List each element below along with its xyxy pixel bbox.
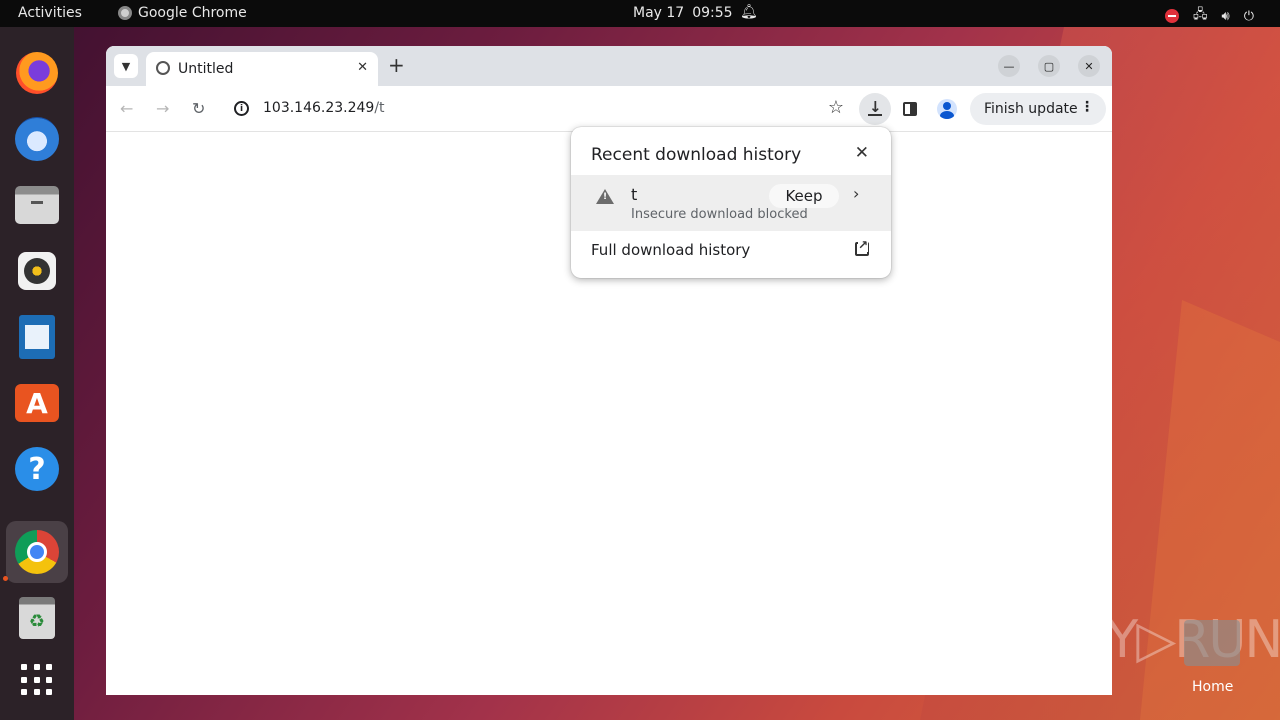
- app-grid-icon: [21, 664, 53, 696]
- dock-firefox[interactable]: [12, 48, 62, 98]
- close-bubble-icon[interactable]: ✕: [855, 143, 869, 163]
- home-label[interactable]: Home: [1192, 679, 1233, 695]
- home-folder-icon[interactable]: [1184, 620, 1240, 666]
- network-icon[interactable]: 🖧: [1193, 5, 1208, 27]
- url-host: 103.146.23.249: [263, 100, 375, 116]
- tab-untitled[interactable]: Untitled ✕: [146, 52, 378, 86]
- full-download-history-link[interactable]: Full download history: [591, 241, 750, 259]
- dock-help[interactable]: ?: [12, 444, 62, 494]
- warning-mark: !: [603, 192, 608, 202]
- trash-icon: ♻: [19, 597, 55, 639]
- files-icon: [15, 186, 59, 224]
- downloads-button[interactable]: [859, 93, 891, 125]
- download-bubble: Recent download history ✕ ! t Insecure d…: [571, 127, 891, 278]
- bookmark-star-icon[interactable]: ☆: [828, 97, 844, 118]
- running-indicator: [3, 576, 8, 581]
- url-text[interactable]: 103.146.23.249/t: [263, 100, 385, 116]
- app-name: Google Chrome: [138, 5, 247, 21]
- top-bar: Activities Google Chrome May 17 09:55 🔔︎…: [0, 0, 1280, 27]
- bubble-title: Recent download history: [591, 145, 802, 165]
- thunderbird-icon: [15, 117, 59, 161]
- minimize-button[interactable]: —: [998, 55, 1020, 77]
- profile-icon: [937, 99, 957, 119]
- new-tab-button[interactable]: +: [388, 55, 405, 75]
- finish-update-button[interactable]: Finish update ⋮: [970, 93, 1106, 125]
- rhythmbox-icon: [18, 252, 56, 290]
- tab-search-button[interactable]: ▼: [114, 54, 138, 78]
- dock: A ? ♻: [0, 27, 74, 720]
- maximize-button[interactable]: ▢: [1038, 55, 1060, 77]
- do-not-disturb-icon[interactable]: [1165, 9, 1179, 23]
- globe-icon: [156, 61, 170, 75]
- download-icon: [868, 98, 882, 116]
- dock-software[interactable]: A: [12, 378, 62, 428]
- dock-writer[interactable]: [12, 312, 62, 362]
- bell-icon[interactable]: 🔔︎: [740, 4, 758, 20]
- more-menu-icon[interactable]: ⋮: [1080, 99, 1094, 115]
- side-panel-icon: [903, 102, 917, 116]
- dock-files[interactable]: [12, 180, 62, 230]
- profile-button[interactable]: [931, 93, 963, 125]
- dock-chrome[interactable]: [6, 521, 68, 583]
- url-path: /t: [374, 100, 385, 116]
- chevron-down-icon: ▼: [121, 59, 131, 73]
- side-panel-button[interactable]: [894, 93, 926, 125]
- time: 09:55: [692, 5, 733, 21]
- toolbar: ← → ↻ i 103.146.23.249/t ☆ Finish update…: [106, 86, 1112, 132]
- activities-button[interactable]: Activities: [18, 5, 82, 21]
- app-menu[interactable]: Google Chrome: [118, 5, 247, 21]
- open-external-icon[interactable]: [855, 238, 869, 256]
- volume-icon[interactable]: 🔊︎: [1222, 9, 1230, 24]
- dock-rhythmbox[interactable]: [12, 246, 62, 296]
- app-store-icon: A: [15, 384, 59, 422]
- keep-button[interactable]: Keep: [769, 184, 839, 208]
- watermark: ANY▷RUN: [1036, 610, 1280, 670]
- back-button[interactable]: ←: [120, 99, 133, 118]
- close-window-button[interactable]: ✕: [1078, 55, 1100, 77]
- clock[interactable]: May 17 09:55: [633, 5, 733, 21]
- download-filename: t: [631, 185, 638, 204]
- date: May 17: [633, 5, 685, 21]
- forward-button[interactable]: →: [156, 99, 169, 118]
- chrome-icon: [15, 530, 59, 574]
- dock-trash[interactable]: ♻: [12, 593, 62, 643]
- chevron-right-icon[interactable]: ›: [853, 184, 859, 203]
- finish-update-label: Finish update: [984, 101, 1078, 117]
- dock-app-grid[interactable]: [12, 655, 62, 705]
- writer-icon: [19, 315, 55, 359]
- system-tray[interactable]: 🖧 🔊︎ ⏻: [1165, 5, 1254, 27]
- reload-button[interactable]: ↻: [192, 99, 205, 118]
- chrome-icon: [118, 6, 132, 20]
- firefox-icon: [16, 52, 58, 94]
- download-status: Insecure download blocked: [631, 207, 808, 222]
- download-item[interactable]: ! t Insecure download blocked Keep ›: [571, 175, 891, 231]
- close-tab-icon[interactable]: ✕: [357, 60, 368, 75]
- tab-strip: ▼ Untitled ✕ + — ▢ ✕: [106, 46, 1112, 86]
- address-bar[interactable]: i 103.146.23.249/t ☆: [226, 93, 856, 125]
- dock-thunderbird[interactable]: [12, 114, 62, 164]
- site-info-icon[interactable]: i: [234, 101, 249, 116]
- help-icon: ?: [15, 447, 59, 491]
- power-icon[interactable]: ⏻: [1244, 9, 1254, 24]
- tab-title: Untitled: [178, 61, 234, 77]
